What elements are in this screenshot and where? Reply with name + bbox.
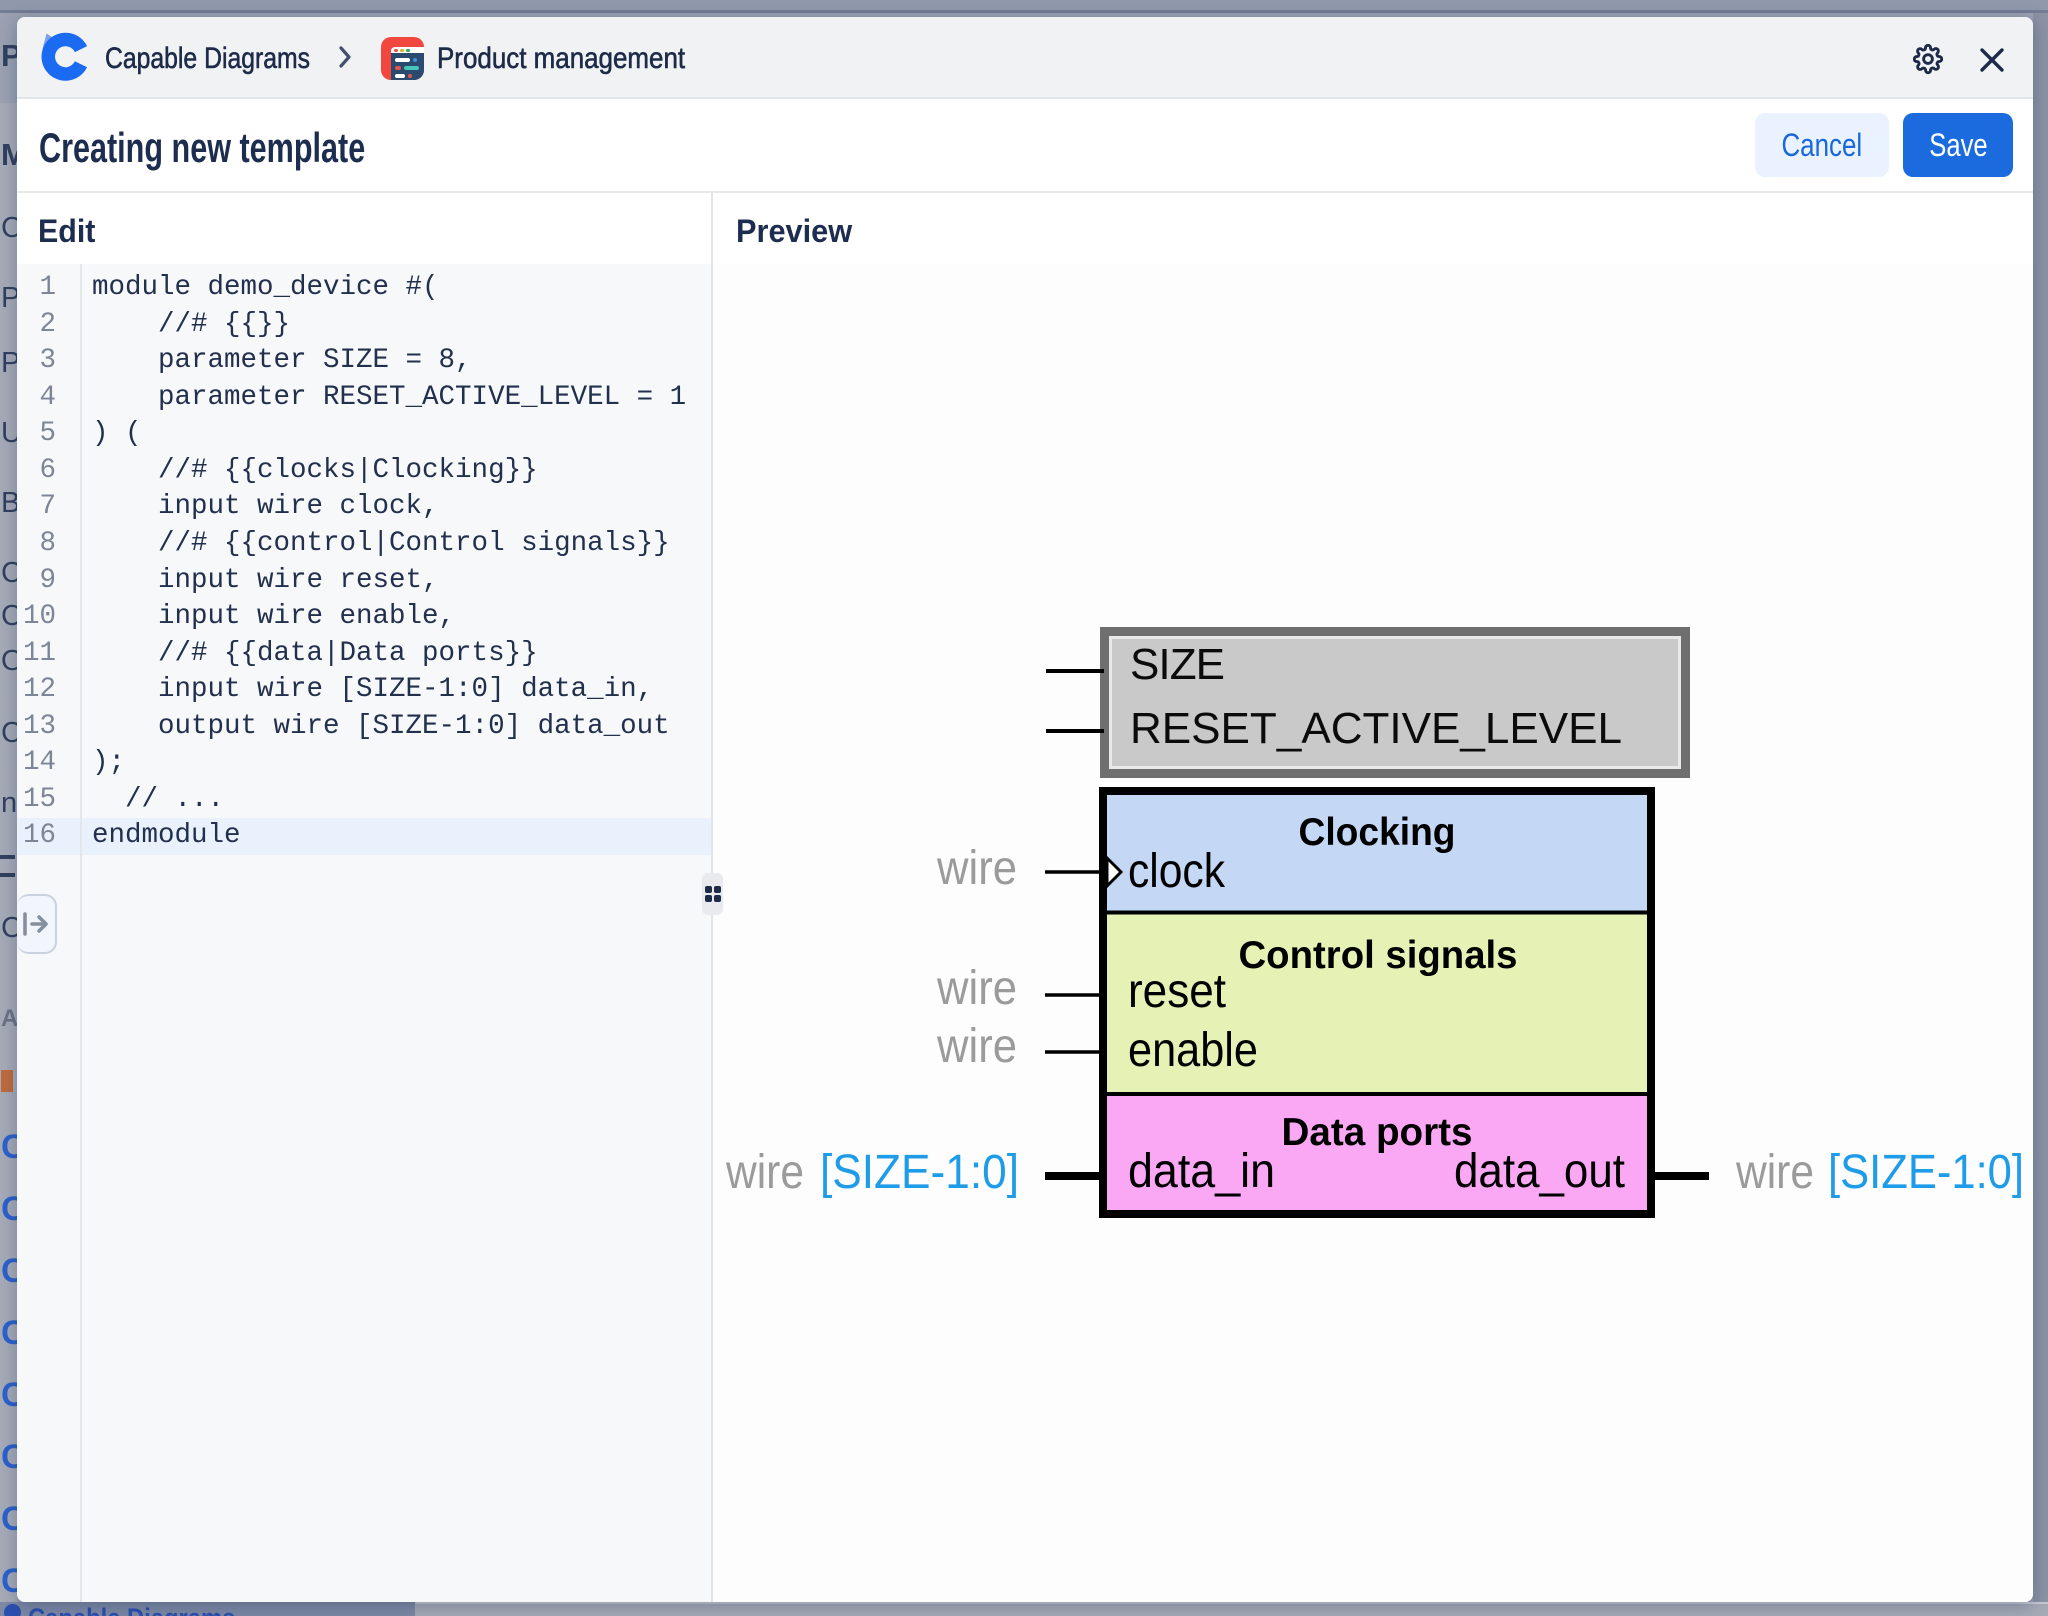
svg-text:RESET_ACTIVE_LEVEL: RESET_ACTIVE_LEVEL: [1130, 704, 1622, 753]
svg-text:[SIZE-1:0]: [SIZE-1:0]: [820, 1146, 1019, 1199]
svg-text:data_in: data_in: [1128, 1145, 1275, 1198]
svg-text:wire: wire: [725, 1146, 804, 1199]
svg-text:reset: reset: [1128, 965, 1226, 1018]
svg-text:wire: wire: [936, 962, 1017, 1015]
svg-text:wire: wire: [936, 842, 1017, 895]
svg-text:SIZE: SIZE: [1130, 640, 1225, 689]
svg-text:clock: clock: [1128, 845, 1226, 898]
svg-text:[SIZE-1:0]: [SIZE-1:0]: [1828, 1146, 2024, 1199]
svg-text:wire: wire: [936, 1020, 1017, 1073]
svg-text:data_out: data_out: [1454, 1145, 1625, 1198]
svg-text:Control signals: Control signals: [1239, 934, 1518, 977]
svg-text:Data ports: Data ports: [1282, 1111, 1473, 1154]
svg-text:wire: wire: [1735, 1146, 1814, 1199]
svg-text:enable: enable: [1128, 1024, 1258, 1077]
svg-text:Clocking: Clocking: [1299, 811, 1456, 854]
